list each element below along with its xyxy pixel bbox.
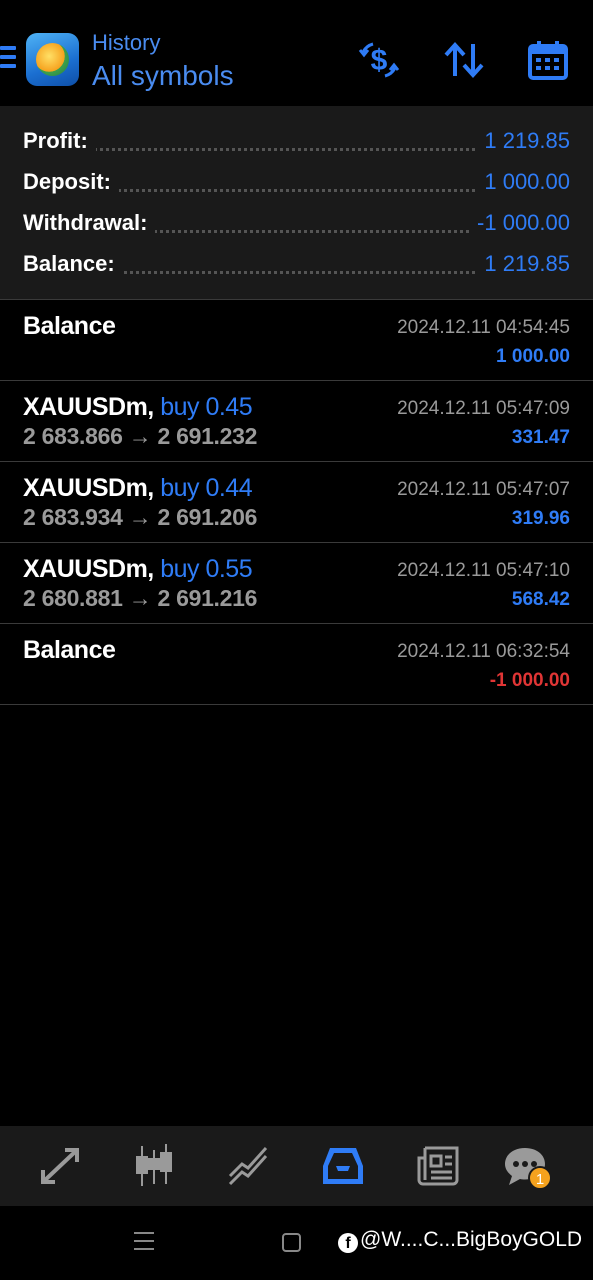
- entry-symbol-text: XAUUSDm,: [23, 474, 154, 502]
- recents-icon[interactable]: [134, 1232, 154, 1252]
- home-icon[interactable]: [282, 1233, 301, 1252]
- calendar-icon[interactable]: [526, 38, 570, 82]
- summary-label: Deposit:: [23, 169, 119, 195]
- entry-prices: 2 680.881 → 2 691.216: [23, 585, 258, 611]
- summary-row-balance: Balance: 1 219.85: [23, 251, 570, 281]
- chart-icon[interactable]: [131, 1144, 177, 1188]
- app-header: History All symbols $: [0, 0, 593, 106]
- entry-time: 2024.12.11 06:32:54: [397, 641, 570, 662]
- entry-symbol: XAUUSDm, buy 0.55: [23, 555, 253, 584]
- entry-time: 2024.12.11 05:47:10: [397, 560, 570, 581]
- entry-prices: 2 683.866 → 2 691.232: [23, 423, 258, 449]
- summary-label: Profit:: [23, 128, 96, 154]
- entry-amount: 1 000.00: [496, 346, 570, 367]
- entry-time: 2024.12.11 04:54:45: [397, 317, 570, 338]
- entry-action: buy 0.45: [160, 393, 253, 421]
- chat-badge: 1: [528, 1166, 552, 1190]
- entry-time: 2024.12.11 05:47:09: [397, 398, 570, 419]
- history-list: Balance 2024.12.11 04:54:45 1 000.00 XAU…: [0, 300, 593, 705]
- entry-prices: 2 683.934 → 2 691.206: [23, 504, 258, 530]
- entry-amount: 319.96: [511, 508, 570, 529]
- summary-value: -1 000.00: [469, 210, 570, 236]
- sort-icon[interactable]: [442, 38, 486, 82]
- menu-icon[interactable]: [0, 46, 16, 72]
- entry-amount: -1 000.00: [489, 670, 570, 691]
- header-subtitle: History: [92, 30, 161, 55]
- facebook-icon: f: [338, 1233, 358, 1253]
- entry-symbol-text: Balance: [23, 312, 116, 340]
- system-navigation-bar: f @W....C...BigBoyGOLD: [0, 1206, 593, 1280]
- chat-icon[interactable]: 1: [502, 1144, 552, 1190]
- history-icon[interactable]: [320, 1144, 366, 1188]
- symbol-filter-title[interactable]: All symbols: [92, 60, 234, 92]
- history-entry-trade[interactable]: XAUUSDm, buy 0.45 2 683.866 → 2 691.232 …: [0, 381, 593, 462]
- entry-symbol: Balance: [23, 312, 116, 341]
- entry-symbol-text: XAUUSDm,: [23, 393, 154, 421]
- watermark-text: @W....C...BigBoyGOLD: [360, 1228, 583, 1251]
- history-entry-trade[interactable]: XAUUSDm, buy 0.44 2 683.934 → 2 691.206 …: [0, 462, 593, 543]
- bottom-navigation: 1: [0, 1126, 593, 1206]
- history-entry-balance[interactable]: Balance 2024.12.11 06:32:54 -1 000.00: [0, 624, 593, 705]
- entry-symbol: XAUUSDm, buy 0.45: [23, 393, 253, 422]
- entry-action: buy 0.55: [160, 555, 253, 583]
- history-entry-trade[interactable]: XAUUSDm, buy 0.55 2 680.881 → 2 691.216 …: [0, 543, 593, 624]
- deposit-withdraw-icon[interactable]: $: [357, 38, 401, 82]
- news-icon[interactable]: [415, 1144, 461, 1188]
- entry-amount: 568.42: [511, 589, 570, 610]
- quotes-icon[interactable]: [37, 1144, 83, 1188]
- history-entry-balance[interactable]: Balance 2024.12.11 04:54:45 1 000.00: [0, 300, 593, 381]
- summary-label: Balance:: [23, 251, 123, 277]
- entry-action: buy 0.44: [160, 474, 253, 502]
- summary-label: Withdrawal:: [23, 210, 156, 236]
- summary-value: 1 000.00: [476, 169, 570, 195]
- summary-value: 1 219.85: [476, 251, 570, 277]
- summary-row-deposit: Deposit: 1 000.00: [23, 169, 570, 199]
- metatrader-logo[interactable]: [26, 33, 79, 86]
- entry-time: 2024.12.11 05:47:07: [397, 479, 570, 500]
- watermark: f @W....C...BigBoyGOLD: [338, 1228, 582, 1253]
- entry-symbol-text: Balance: [23, 636, 116, 664]
- svg-text:$: $: [371, 44, 388, 77]
- summary-row-withdrawal: Withdrawal: -1 000.00: [23, 210, 570, 240]
- summary-row-profit: Profit: 1 219.85: [23, 128, 570, 158]
- entry-symbol: XAUUSDm, buy 0.44: [23, 474, 253, 503]
- entry-amount: 331.47: [511, 427, 570, 448]
- summary-value: 1 219.85: [476, 128, 570, 154]
- history-summary: Profit: 1 219.85 Deposit: 1 000.00 Withd…: [0, 106, 593, 300]
- entry-symbol: Balance: [23, 636, 116, 665]
- trade-icon[interactable]: [226, 1144, 272, 1188]
- entry-symbol-text: XAUUSDm,: [23, 555, 154, 583]
